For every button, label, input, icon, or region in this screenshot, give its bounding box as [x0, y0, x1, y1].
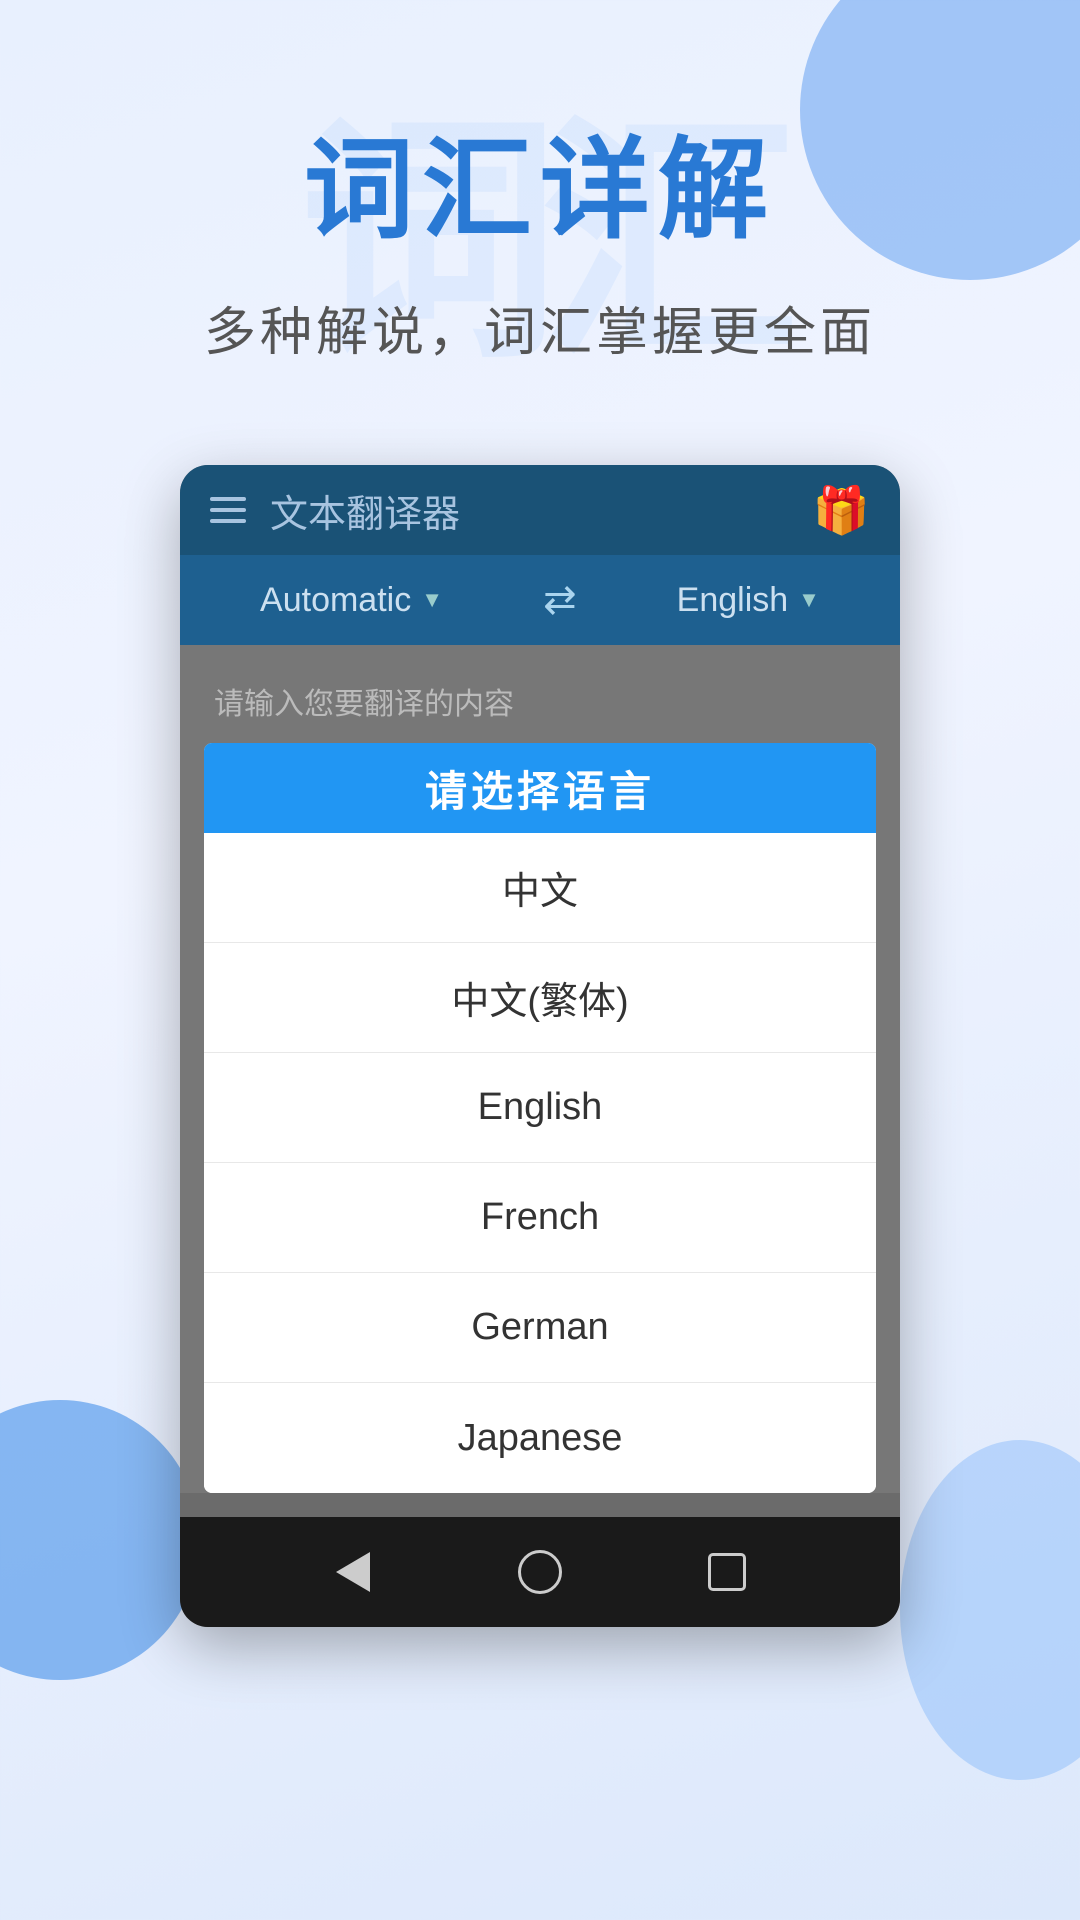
dialog-header-text: 请选择语言	[425, 758, 655, 819]
lang-option-fr[interactable]: French	[204, 1163, 876, 1273]
nav-home-button[interactable]	[505, 1537, 575, 1607]
back-icon	[336, 1552, 370, 1592]
translation-input-placeholder: 请输入您要翻译的内容	[204, 669, 876, 743]
lang-option-ja[interactable]: Japanese	[204, 1383, 876, 1493]
content-area: 请输入您要翻译的内容 请选择语言 中文中文(繁体)EnglishFrenchGe…	[180, 645, 900, 1493]
page-subtitle: 多种解说，词汇掌握更全面	[60, 290, 1020, 365]
target-language-label: English	[677, 581, 789, 620]
page-title: 词汇详解	[60, 100, 1020, 260]
source-language-label: Automatic	[260, 581, 411, 620]
target-language-button[interactable]: English ▼	[677, 581, 820, 620]
toolbar-left: 文本翻译器	[210, 483, 460, 538]
lang-option-zh-tw[interactable]: 中文(繁体)	[204, 943, 876, 1053]
lang-option-de[interactable]: German	[204, 1273, 876, 1383]
hamburger-menu-button[interactable]	[210, 497, 246, 523]
swap-languages-button[interactable]: ⇄	[543, 577, 577, 623]
language-selector-bar: Automatic ▼ ⇄ English ▼	[180, 555, 900, 645]
lang-option-zh[interactable]: 中文	[204, 833, 876, 943]
decorative-circle-bottom-right	[900, 1440, 1080, 1780]
app-title: 文本翻译器	[270, 483, 460, 538]
page-header: 词汇详解 多种解说，词汇掌握更全面	[0, 0, 1080, 425]
nav-recents-button[interactable]	[692, 1537, 762, 1607]
dialog-header: 请选择语言	[204, 743, 876, 833]
target-lang-dropdown-icon: ▼	[798, 587, 820, 613]
language-select-dialog: 请选择语言 中文中文(繁体)EnglishFrenchGermanJapanes…	[204, 743, 876, 1493]
gift-icon[interactable]: 🎁	[813, 483, 870, 538]
decorative-circle-bottom-left	[0, 1400, 200, 1680]
app-toolbar: 文本翻译器 🎁	[180, 465, 900, 555]
lang-option-en[interactable]: English	[204, 1053, 876, 1163]
navigation-bar	[180, 1517, 900, 1627]
language-list: 中文中文(繁体)EnglishFrenchGermanJapanese	[204, 833, 876, 1493]
nav-back-button[interactable]	[318, 1537, 388, 1607]
source-lang-dropdown-icon: ▼	[421, 587, 443, 613]
source-language-button[interactable]: Automatic ▼	[260, 581, 443, 620]
phone-mockup: 文本翻译器 🎁 Automatic ▼ ⇄ English ▼ 请输入您要翻译的…	[180, 465, 900, 1627]
recents-icon	[708, 1553, 746, 1591]
home-icon	[518, 1550, 562, 1594]
